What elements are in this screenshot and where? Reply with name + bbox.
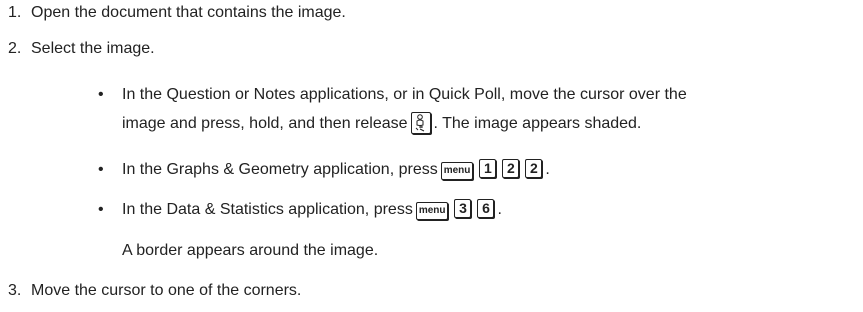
menu-key: menu (440, 162, 474, 180)
note-text: A border appears around the image. (122, 242, 379, 259)
bullet-text: In the Data & Statistics application, pr… (122, 201, 413, 218)
step-number: 3. (8, 282, 22, 299)
bullet-symbol: • (98, 86, 104, 103)
key-3: 3 (454, 199, 472, 218)
step-number: 1. (8, 4, 22, 21)
bullet-body: In the Graphs & Geometry application, pr… (122, 159, 550, 181)
step-3: 3. Move the cursor to one of the corners… (8, 280, 301, 302)
step-text: Select the image. (31, 40, 155, 57)
bullet-text-line2-b: . The image appears shaded. (433, 115, 642, 132)
menu-key: menu (415, 202, 449, 220)
end-period: . (497, 201, 502, 218)
bullet-question-notes-line2: image and press, hold, and then release … (122, 112, 641, 135)
bullet-text-line2-a: image and press, hold, and then release (122, 115, 408, 132)
step-number: 2. (8, 40, 22, 57)
step-text: Move the cursor to one of the corners. (31, 282, 302, 299)
step-text: Open the document that contains the imag… (31, 4, 346, 21)
key-2: 2 (502, 159, 520, 178)
bullet-symbol: • (98, 201, 104, 218)
bullet-body: In the Data & Statistics application, pr… (122, 199, 502, 221)
end-period: . (545, 161, 550, 178)
key-1: 1 (479, 159, 497, 178)
bullet-text-line1: In the Question or Notes applications, o… (122, 86, 687, 103)
key-6: 6 (477, 199, 495, 218)
key-2: 2 (525, 159, 543, 178)
hand-grab-icon (410, 112, 431, 134)
bullet-text: In the Graphs & Geometry application, pr… (122, 161, 438, 178)
bullet-symbol: • (98, 161, 104, 178)
step-2: 2. Select the image. (8, 38, 155, 60)
step-1: 1. Open the document that contains the i… (8, 2, 346, 24)
